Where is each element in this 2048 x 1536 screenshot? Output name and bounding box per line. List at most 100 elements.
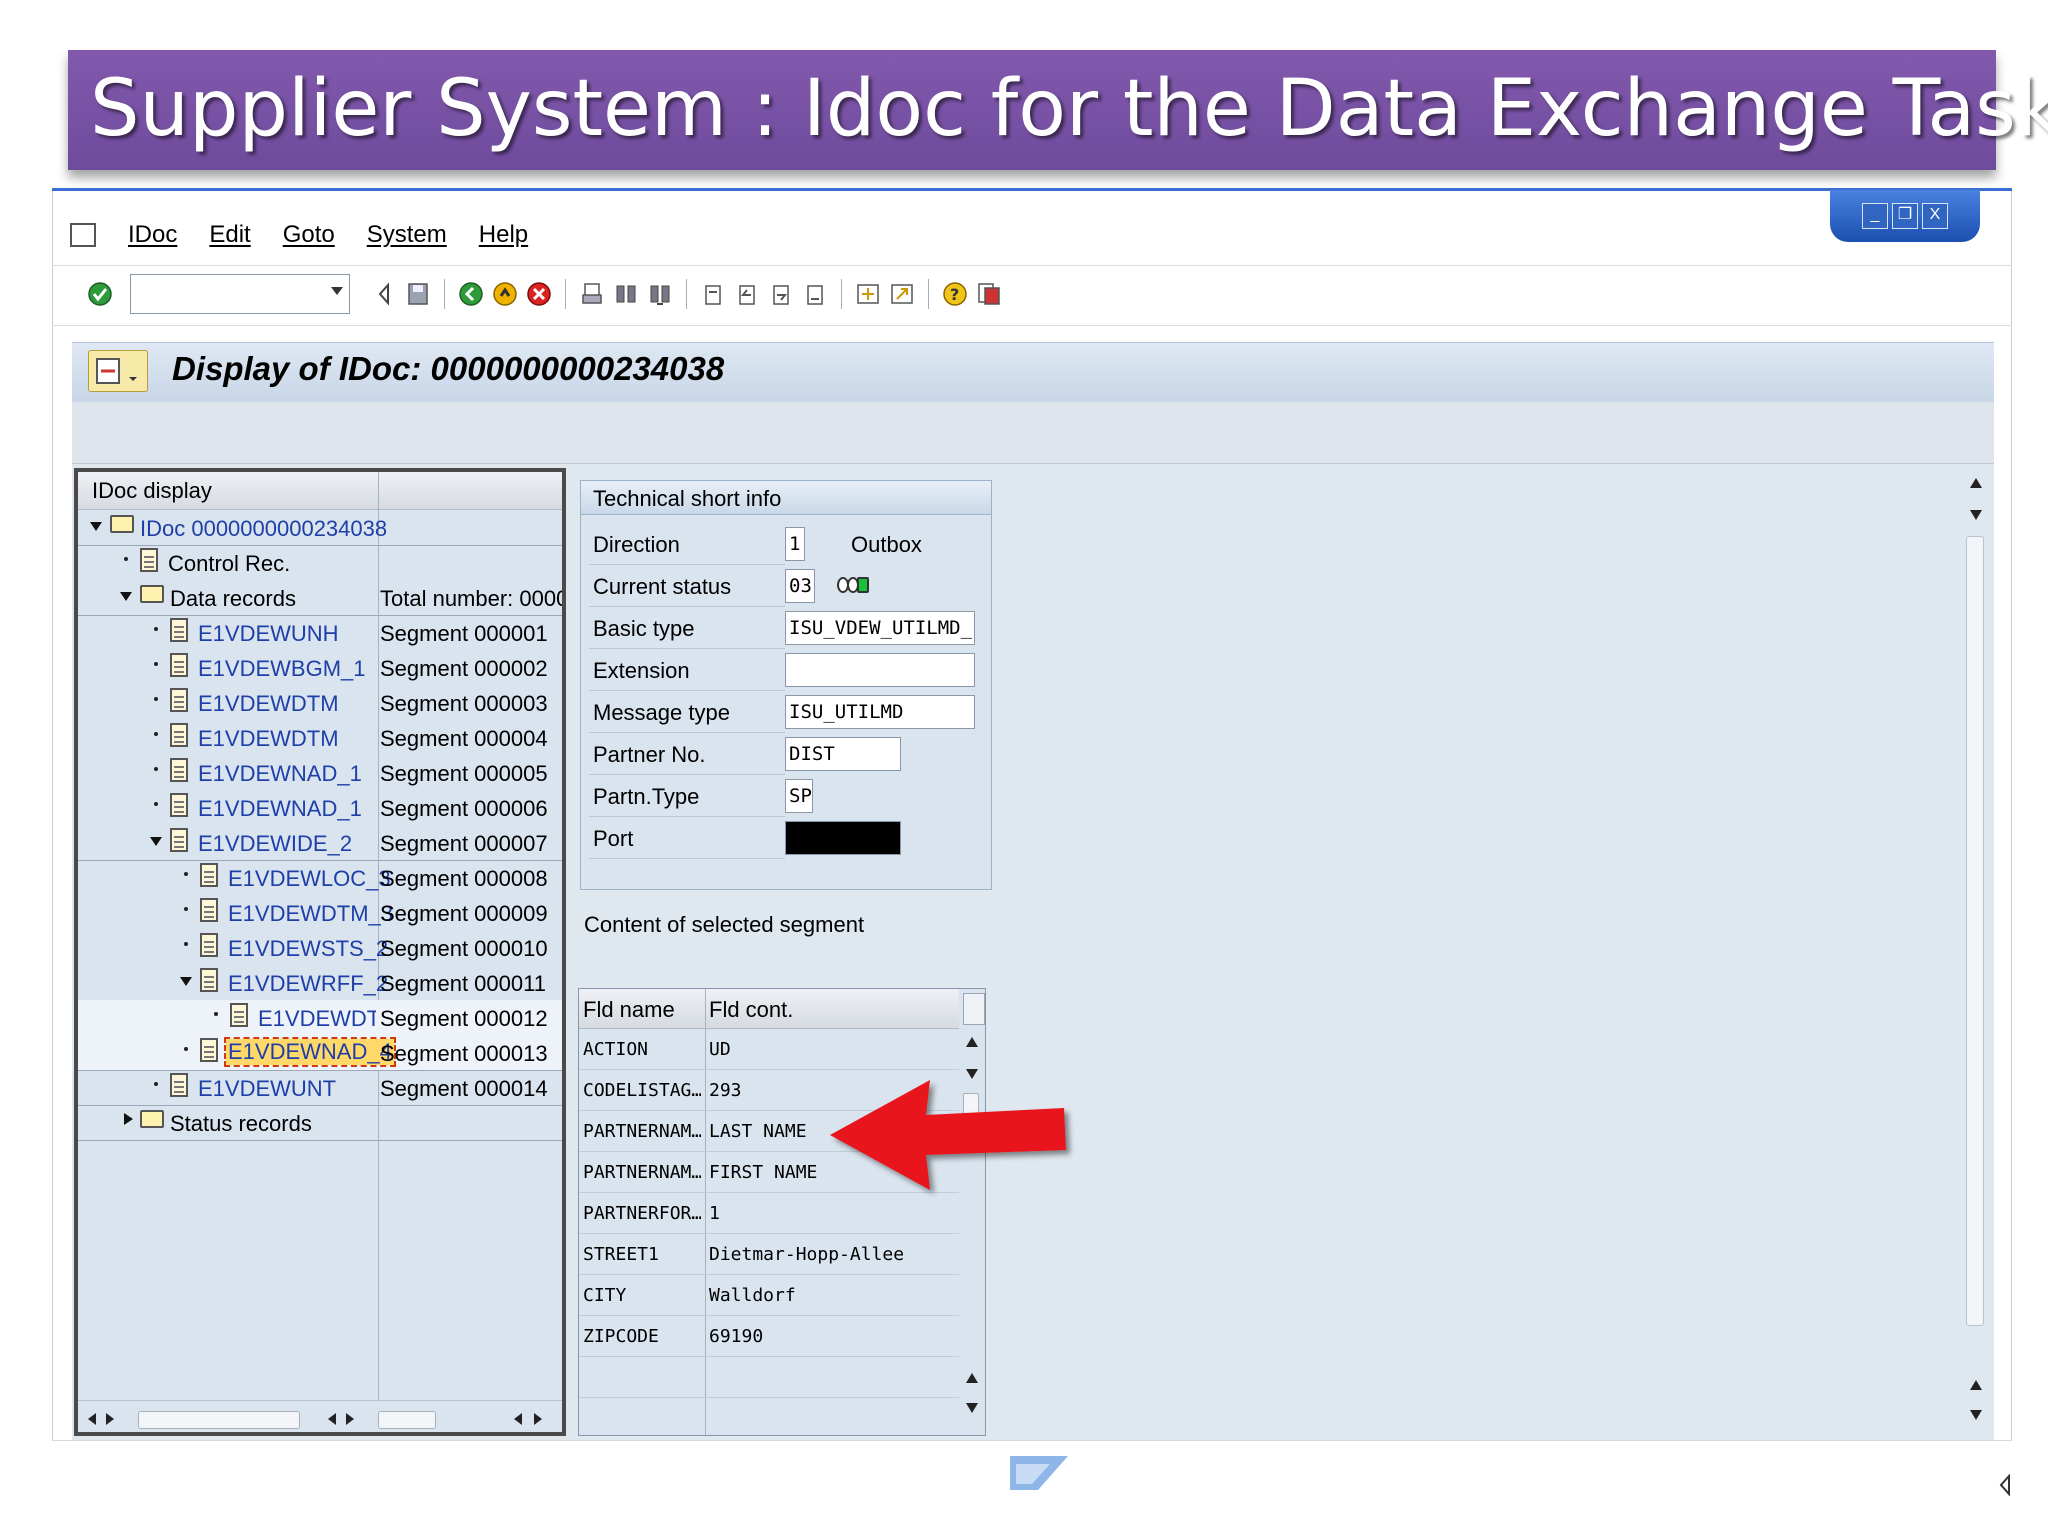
- segment-field-table: Fld name Fld cont. ACTION UD CODELISTAG……: [578, 988, 986, 1436]
- segment-content-label: Content of selected segment: [584, 912, 865, 937]
- scroll-up-icon[interactable]: [966, 1037, 978, 1047]
- scroll-up-icon[interactable]: [1970, 478, 1982, 488]
- tree-node-info: Segment 000006: [380, 796, 548, 821]
- scrollbar-thumb[interactable]: [1966, 536, 1984, 1326]
- menu-idoc[interactable]: IDoc: [128, 221, 177, 249]
- command-field-dropdown-icon[interactable]: [331, 287, 343, 295]
- column-header-fld-name[interactable]: Fld name: [583, 997, 675, 1023]
- extension-field[interactable]: [785, 653, 975, 687]
- expanded-icon[interactable]: [90, 522, 102, 531]
- expanded-icon[interactable]: [120, 592, 132, 601]
- scroll-down-icon[interactable]: [1970, 510, 1982, 520]
- menu-help[interactable]: Help: [479, 221, 528, 249]
- document-icon: [170, 1073, 188, 1097]
- tree-node-segment[interactable]: E1VDEWLOC_3 Segment 000008: [78, 860, 562, 895]
- tree-node-segment[interactable]: E1VDEWNAD_1 Segment 000006: [78, 790, 562, 825]
- direction-field[interactable]: 1: [785, 527, 805, 561]
- scroll-right-icon[interactable]: [346, 1413, 354, 1425]
- port-row: Port: [581, 817, 991, 859]
- tree-node-label: E1VDEWDTM: [198, 691, 339, 716]
- tree-node-status-records[interactable]: Status records: [78, 1105, 562, 1141]
- help-icon[interactable]: ?: [941, 279, 969, 309]
- tree-node-control-rec[interactable]: Control Rec.: [78, 545, 562, 580]
- tree-node-segment[interactable]: E1VDEWBGM_1 Segment 000002: [78, 650, 562, 685]
- message-type-field[interactable]: ISU_UTILMD: [785, 695, 975, 729]
- close-button[interactable]: X: [1922, 203, 1948, 229]
- scroll-left-icon[interactable]: [514, 1413, 522, 1425]
- screen-menu-icon[interactable]: [88, 350, 148, 392]
- tree-node-data-records[interactable]: Data records Total number: 00001: [78, 580, 562, 616]
- find-icon[interactable]: [612, 279, 640, 309]
- port-field-redacted[interactable]: [785, 821, 901, 855]
- column-header-fld-cont[interactable]: Fld cont.: [709, 997, 793, 1023]
- scroll-left-icon[interactable]: [88, 1413, 96, 1425]
- scroll-up-icon[interactable]: [1970, 1380, 1982, 1390]
- table-row[interactable]: STREET1 Dietmar-Hopp-Allee: [579, 1234, 959, 1275]
- tree-node-segment[interactable]: E1VDEWRFF_2 Segment 000011: [78, 965, 562, 1001]
- tree-horizontal-scrollbar[interactable]: [78, 1400, 562, 1432]
- previous-page-icon[interactable]: [733, 279, 761, 309]
- field-name: STREET1: [583, 1244, 659, 1265]
- create-session-icon[interactable]: [854, 279, 882, 309]
- collapsed-icon[interactable]: [124, 1113, 133, 1125]
- direction-label: Direction: [593, 532, 680, 557]
- field-name: PARTNERNAM…: [583, 1121, 701, 1142]
- partner-no-field[interactable]: DIST: [785, 737, 901, 771]
- table-row[interactable]: CITY Walldorf: [579, 1275, 959, 1316]
- tree-node-segment[interactable]: E1VDEWDTM Segment 000003: [78, 685, 562, 720]
- restore-button[interactable]: ❐: [1892, 203, 1918, 229]
- scroll-left-icon[interactable]: [328, 1413, 336, 1425]
- tree-node-segment[interactable]: E1VDEWUNH Segment 000001: [78, 615, 562, 650]
- expanded-icon[interactable]: [150, 837, 162, 846]
- field-content: Walldorf: [709, 1285, 796, 1306]
- print-icon[interactable]: [578, 279, 606, 309]
- table-row-empty[interactable]: [579, 1357, 959, 1398]
- menu-goto[interactable]: Goto: [283, 221, 335, 249]
- basic-type-field[interactable]: ISU_VDEW_UTILMD_: [785, 611, 975, 645]
- tree-node-segment[interactable]: E1VDEWDTI Segment 000012: [78, 1000, 562, 1036]
- next-page-icon[interactable]: [767, 279, 795, 309]
- find-next-icon[interactable]: [646, 279, 674, 309]
- exit-icon[interactable]: [491, 279, 519, 309]
- scroll-right-icon[interactable]: [106, 1413, 114, 1425]
- status-bar-expand-icon[interactable]: [1998, 1474, 2012, 1496]
- command-field[interactable]: [130, 274, 350, 314]
- tree-node-segment[interactable]: E1VDEWNAD_1 Segment 000005: [78, 755, 562, 790]
- scroll-right-icon[interactable]: [534, 1413, 542, 1425]
- collapse-left-icon[interactable]: [370, 279, 398, 309]
- folder-icon: [140, 585, 164, 603]
- enter-check-icon[interactable]: [86, 279, 114, 309]
- first-page-icon[interactable]: [699, 279, 727, 309]
- scroll-down-icon[interactable]: [1970, 1410, 1982, 1420]
- slide-title: Supplier System : Idoc for the Data Exch…: [90, 64, 2048, 154]
- tree-header-label: IDoc display: [92, 478, 212, 503]
- tree-node-segment-selected[interactable]: E1VDEWNAD_4 Segment 000013: [78, 1035, 562, 1071]
- expanded-icon[interactable]: [180, 977, 192, 986]
- tree-node-segment[interactable]: E1VDEWUNT Segment 000014: [78, 1070, 562, 1106]
- scrollbar-thumb[interactable]: [378, 1411, 436, 1429]
- menu-system-icon[interactable]: [70, 223, 96, 247]
- table-settings-button[interactable]: [963, 993, 985, 1025]
- status-field[interactable]: 03: [785, 569, 815, 603]
- tree-node-info: Segment 000005: [380, 761, 548, 786]
- tree-node-idoc[interactable]: IDoc 0000000000234038: [78, 510, 562, 546]
- cancel-icon[interactable]: [525, 279, 553, 309]
- last-page-icon[interactable]: [801, 279, 829, 309]
- layout-menu-icon[interactable]: [975, 279, 1003, 309]
- back-icon[interactable]: [457, 279, 485, 309]
- shortcut-icon[interactable]: [888, 279, 916, 309]
- tree-node-segment[interactable]: E1VDEWIDE_2 Segment 000007: [78, 825, 562, 861]
- field-name: PARTNERNAM…: [583, 1162, 701, 1183]
- table-row[interactable]: ZIPCODE 69190: [579, 1316, 959, 1357]
- scroll-up-icon[interactable]: [966, 1373, 978, 1383]
- menu-edit[interactable]: Edit: [209, 221, 250, 249]
- scroll-down-icon[interactable]: [966, 1403, 978, 1413]
- minimize-button[interactable]: _: [1862, 203, 1888, 229]
- tree-node-segment[interactable]: E1VDEWSTS_2 Segment 000010: [78, 930, 562, 965]
- save-icon[interactable]: [404, 279, 432, 309]
- menu-system[interactable]: System: [367, 221, 447, 249]
- scrollbar-thumb[interactable]: [138, 1411, 300, 1429]
- tree-node-segment[interactable]: E1VDEWDTM_3 Segment 000009: [78, 895, 562, 930]
- tree-node-segment[interactable]: E1VDEWDTM Segment 000004: [78, 720, 562, 755]
- partner-type-field[interactable]: SP: [785, 779, 813, 813]
